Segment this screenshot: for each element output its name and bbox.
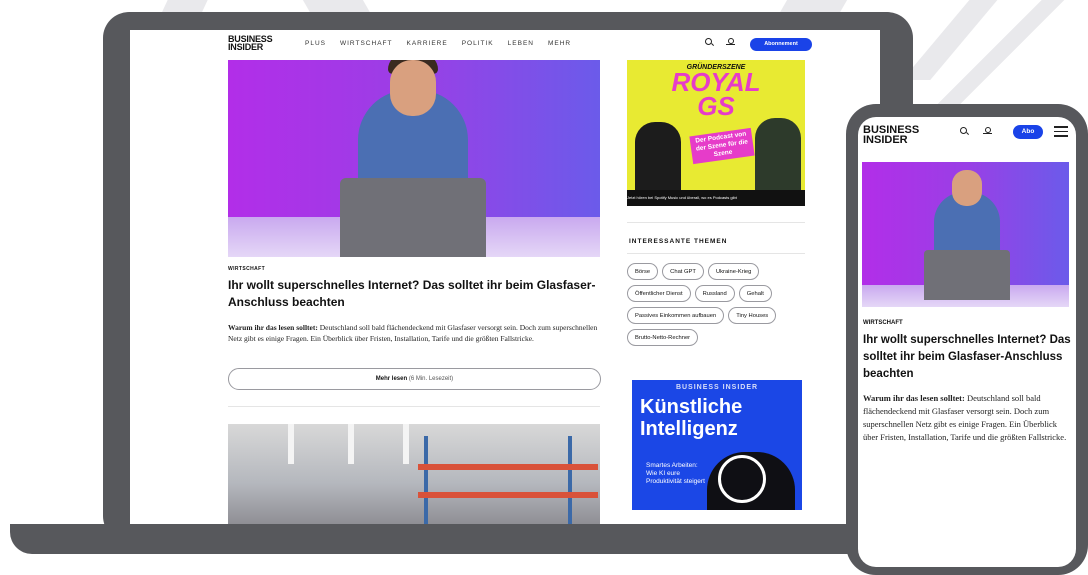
sidebar-divider — [627, 222, 805, 223]
sidebar-divider — [627, 253, 805, 254]
podcast-ad[interactable]: GRÜNDERSZENE ROYAL GS Der Podcast von der… — [627, 60, 805, 206]
nav-item-mehr[interactable]: MEHR — [548, 40, 571, 47]
mobile-article-kicker[interactable]: WIRTSCHAFT — [863, 320, 903, 326]
user-icon[interactable] — [726, 38, 735, 47]
article-divider — [228, 406, 600, 407]
article-teaser: Warum ihr das lesen solltet: Deutschland… — [228, 322, 603, 344]
site-header: BUSINESS INSIDER PLUS WIRTSCHAFT KARRIER… — [130, 30, 880, 60]
laptop-screen: BUSINESS INSIDER PLUS WIRTSCHAFT KARRIER… — [130, 30, 880, 524]
themes-title: INTERESSANTE THEMEN — [629, 238, 728, 245]
article-hero-image[interactable] — [228, 60, 600, 257]
podcast-ad-footer: Jetzt hören bei Spotify Music und überal… — [627, 190, 805, 206]
ai-ad-subtitle: Smartes Arbeiten: Wie KI eure Produktivi… — [646, 462, 705, 485]
search-icon[interactable] — [960, 127, 969, 136]
topic-chip-chat-gpt[interactable]: Chat GPT — [662, 263, 704, 280]
business-insider-logo[interactable]: BUSINESS INSIDER — [228, 35, 273, 52]
nav-item-wirtschaft[interactable]: WIRTSCHAFT — [340, 40, 393, 47]
laptop-base — [10, 524, 960, 554]
mobile-article-teaser: Warum ihr das lesen solltet: Deutschland… — [863, 392, 1073, 444]
mobile-article-hero-image[interactable] — [862, 162, 1069, 307]
topic-chip-tiny-houses[interactable]: Tiny Houses — [728, 307, 777, 324]
ai-ad[interactable]: BUSINESS INSIDER Künstliche Intelligenz … — [632, 380, 802, 510]
article-headline[interactable]: Ihr wollt superschnelles Internet? Das s… — [228, 277, 603, 311]
mobile-article-headline[interactable]: Ihr wollt superschnelles Internet? Das s… — [863, 332, 1073, 383]
phone-screen: BUSINESS INSIDER Abo WIRTSCHAFT Ihr woll… — [858, 117, 1076, 567]
read-more-button[interactable]: Mehr lesen (6 Min. Lesezeit) — [228, 368, 601, 390]
themes-chips: Börse Chat GPT Ukraine-Krieg Öffentliche… — [627, 263, 809, 346]
topic-chip-boerse[interactable]: Börse — [627, 263, 659, 280]
topic-chip-brutto-netto-rechner[interactable]: Brutto-Netto-Rechner — [627, 329, 699, 346]
subscribe-button[interactable]: Abonnement — [750, 38, 812, 51]
topic-chip-ukraine-krieg[interactable]: Ukraine-Krieg — [707, 263, 760, 280]
read-more-label: Mehr lesen — [375, 376, 408, 382]
nav-item-karriere[interactable]: KARRIERE — [406, 40, 447, 47]
topic-chip-gehalt[interactable]: Gehalt — [738, 285, 772, 302]
nav-item-plus[interactable]: PLUS — [305, 40, 326, 47]
topic-chip-oeffentlicher-dienst[interactable]: Öffentlicher Dienst — [627, 285, 691, 302]
mobile-header-icons — [960, 127, 992, 136]
mobile-business-insider-logo[interactable]: BUSINESS INSIDER — [863, 125, 919, 146]
read-time: (6 Min. Lesezeit) — [407, 376, 454, 382]
mobile-teaser-lead: Warum ihr das lesen solltet: — [863, 393, 965, 403]
mobile-subscribe-button[interactable]: Abo — [1013, 125, 1043, 139]
ai-logo-icon — [718, 455, 766, 503]
topic-chip-passives-einkommen[interactable]: Passives Einkommen aufbauen — [627, 307, 725, 324]
header-icons — [705, 38, 735, 47]
article-kicker[interactable]: WIRTSCHAFT — [228, 266, 265, 272]
nav-item-leben[interactable]: LEBEN — [508, 40, 534, 47]
podcast-ad-tagline: Der Podcast von der Szene für die Szene — [689, 127, 755, 165]
nav-item-politik[interactable]: POLITIK — [462, 40, 494, 47]
teaser-lead: Warum ihr das lesen solltet: — [228, 323, 318, 332]
podcast-ad-title: ROYAL GS — [671, 67, 761, 121]
ai-ad-title: Künstliche Intelligenz — [640, 396, 743, 440]
user-icon[interactable] — [983, 127, 992, 136]
hamburger-menu-icon[interactable] — [1054, 126, 1068, 137]
topic-chip-russland[interactable]: Russland — [694, 285, 735, 302]
search-icon[interactable] — [705, 38, 714, 47]
ai-ad-kicker: BUSINESS INSIDER — [675, 384, 759, 391]
main-nav: PLUS WIRTSCHAFT KARRIERE POLITIK LEBEN M… — [305, 40, 571, 47]
second-article-image[interactable] — [228, 424, 600, 524]
